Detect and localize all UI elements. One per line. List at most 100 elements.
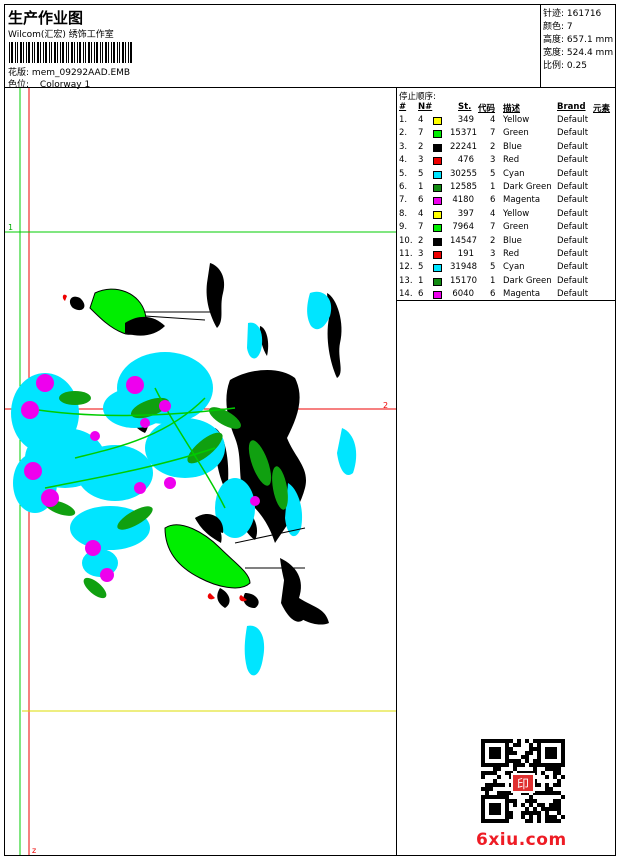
stop-row: 9. 7 7964 7 Green Default	[397, 222, 615, 235]
stop-cell-num: 7.	[399, 195, 408, 206]
stop-cell-code: 1	[490, 275, 496, 286]
stop-cell-needle: 2	[418, 141, 424, 152]
stop-row: 1. 4 349 4 Yellow Default	[397, 115, 615, 128]
header-panel: 生产作业图 Wilcom(汇宏) 绣饰工作室 花版: mem_09292AAD.…	[5, 5, 539, 90]
stop-cell-code: 2	[490, 141, 496, 152]
stop-row: 3. 2 22241 2 Blue Default	[397, 142, 615, 155]
color-swatch	[433, 210, 442, 219]
stop-cell-code: 6	[490, 289, 496, 300]
stop-cell-desc: Blue	[503, 235, 522, 246]
stop-cell-num: 4.	[399, 155, 408, 166]
stop-cell-num: 2.	[399, 128, 408, 139]
stop-cell-needle: 7	[418, 128, 424, 139]
stop-cell-needle: 1	[418, 275, 424, 286]
stop-row: 14. 6 6040 6 Magenta Default	[397, 289, 615, 302]
stop-cell-num: 3.	[399, 141, 408, 152]
stop-cell-brand: Default	[557, 222, 589, 233]
col-header-code: 代码	[478, 104, 496, 114]
stop-cell-num: 6.	[399, 182, 408, 192]
stop-cell-needle: 3	[418, 155, 424, 166]
stop-cell-desc: Red	[503, 249, 520, 259]
spec-scale: 比例: 0.25	[543, 61, 587, 71]
embroidery-design-preview: 1 2 z	[5, 88, 396, 855]
color-swatch	[433, 291, 442, 300]
stop-row: 11. 3 191 3 Red Default	[397, 249, 615, 262]
stop-cell-code: 7	[490, 222, 496, 233]
stop-cell-needle: 4	[418, 115, 424, 125]
stop-sequence-title: 停止顺序:	[399, 92, 436, 102]
stop-cell-code: 6	[490, 195, 496, 206]
stop-row: 6. 1 12585 1 Dark Green Default	[397, 182, 615, 195]
stop-cell-desc: Red	[503, 155, 520, 166]
stop-cell-brand: Default	[557, 249, 589, 259]
stop-cell-desc: Blue	[503, 141, 522, 152]
stop-cell-code: 5	[490, 262, 496, 273]
color-swatch	[433, 277, 442, 286]
stop-cell-stitches: 7964	[452, 222, 474, 233]
marker-z: z	[32, 846, 36, 855]
stop-cell-desc: Yellow	[503, 208, 530, 219]
stop-cell-stitches: 349	[457, 115, 474, 125]
col-header-brand: Brand	[557, 102, 586, 112]
stop-cell-code: 2	[490, 235, 496, 246]
color-swatch	[433, 237, 442, 246]
stop-cell-stitches: 476	[457, 155, 474, 166]
stop-cell-brand: Default	[557, 168, 589, 179]
stop-cell-num: 13.	[399, 275, 413, 286]
stop-cell-needle: 1	[418, 182, 424, 192]
stop-cell-num: 5.	[399, 168, 408, 179]
stop-cell-num: 14.	[399, 289, 413, 300]
stop-cell-desc: Green	[503, 128, 529, 139]
stop-cell-brand: Default	[557, 115, 589, 125]
stop-cell-num: 8.	[399, 208, 408, 219]
color-swatch	[433, 264, 442, 273]
stop-row: 13. 1 15170 1 Dark Green Default	[397, 276, 615, 289]
stop-cell-needle: 6	[418, 195, 424, 206]
col-header-element: 元素	[593, 104, 611, 114]
color-swatch	[433, 184, 442, 192]
stop-cell-stitches: 31948	[450, 262, 478, 273]
stop-cell-desc: Yellow	[503, 115, 530, 125]
stop-cell-num: 9.	[399, 222, 408, 233]
stop-cell-num: 11.	[399, 249, 413, 259]
color-swatch	[433, 170, 442, 179]
stop-cell-desc: Green	[503, 222, 529, 233]
stop-cell-desc: Dark Green	[503, 182, 552, 192]
col-header-desc: 描述	[503, 104, 521, 114]
stop-cell-stitches: 6040	[452, 289, 474, 300]
color-swatch	[433, 157, 442, 166]
stop-row: 7. 6 4180 6 Magenta Default	[397, 195, 615, 208]
stop-cell-stitches: 14547	[450, 235, 478, 246]
qr-code: 印	[481, 739, 565, 823]
stop-cell-brand: Default	[557, 235, 589, 246]
spec-colors: 颜色: 7	[543, 22, 573, 32]
watermark-logo: 6xiu.com	[476, 830, 567, 850]
color-swatch	[433, 130, 442, 139]
stop-cell-code: 1	[490, 182, 496, 192]
stop-cell-brand: Default	[557, 208, 589, 219]
stop-cell-stitches: 15170	[450, 275, 478, 286]
stop-cell-stitches: 4180	[452, 195, 474, 206]
stop-cell-needle: 3	[418, 249, 424, 259]
stop-cell-stitches: 397	[457, 208, 474, 219]
stop-cell-brand: Default	[557, 195, 589, 206]
spec-height: 高度: 657.1 mm	[543, 35, 614, 45]
stop-cell-num: 10.	[399, 235, 413, 246]
stop-row: 10. 2 14547 2 Blue Default	[397, 236, 615, 249]
qr-seal-text: 印	[517, 777, 529, 791]
marker-2: 2	[383, 401, 388, 410]
stop-cell-stitches: 191	[457, 249, 474, 259]
stop-cell-needle: 7	[418, 222, 424, 233]
stop-cell-desc: Cyan	[503, 262, 525, 273]
stop-cell-code: 3	[490, 155, 496, 166]
spec-panel: 针迹: 161716 颜色: 7 高度: 657.1 mm 宽度: 524.4 …	[540, 5, 616, 87]
subtitle: Wilcom(汇宏) 绣饰工作室	[8, 30, 114, 40]
stop-cell-needle: 4	[418, 208, 424, 219]
stop-cell-desc: Magenta	[503, 289, 541, 300]
stop-cell-code: 5	[490, 168, 496, 179]
col-header-needle: N#	[418, 102, 433, 112]
stop-cell-brand: Default	[557, 155, 589, 166]
stop-cell-stitches: 22241	[450, 141, 478, 152]
marker-1: 1	[8, 223, 13, 232]
stop-row: 2. 7 15371 7 Green Default	[397, 128, 615, 141]
